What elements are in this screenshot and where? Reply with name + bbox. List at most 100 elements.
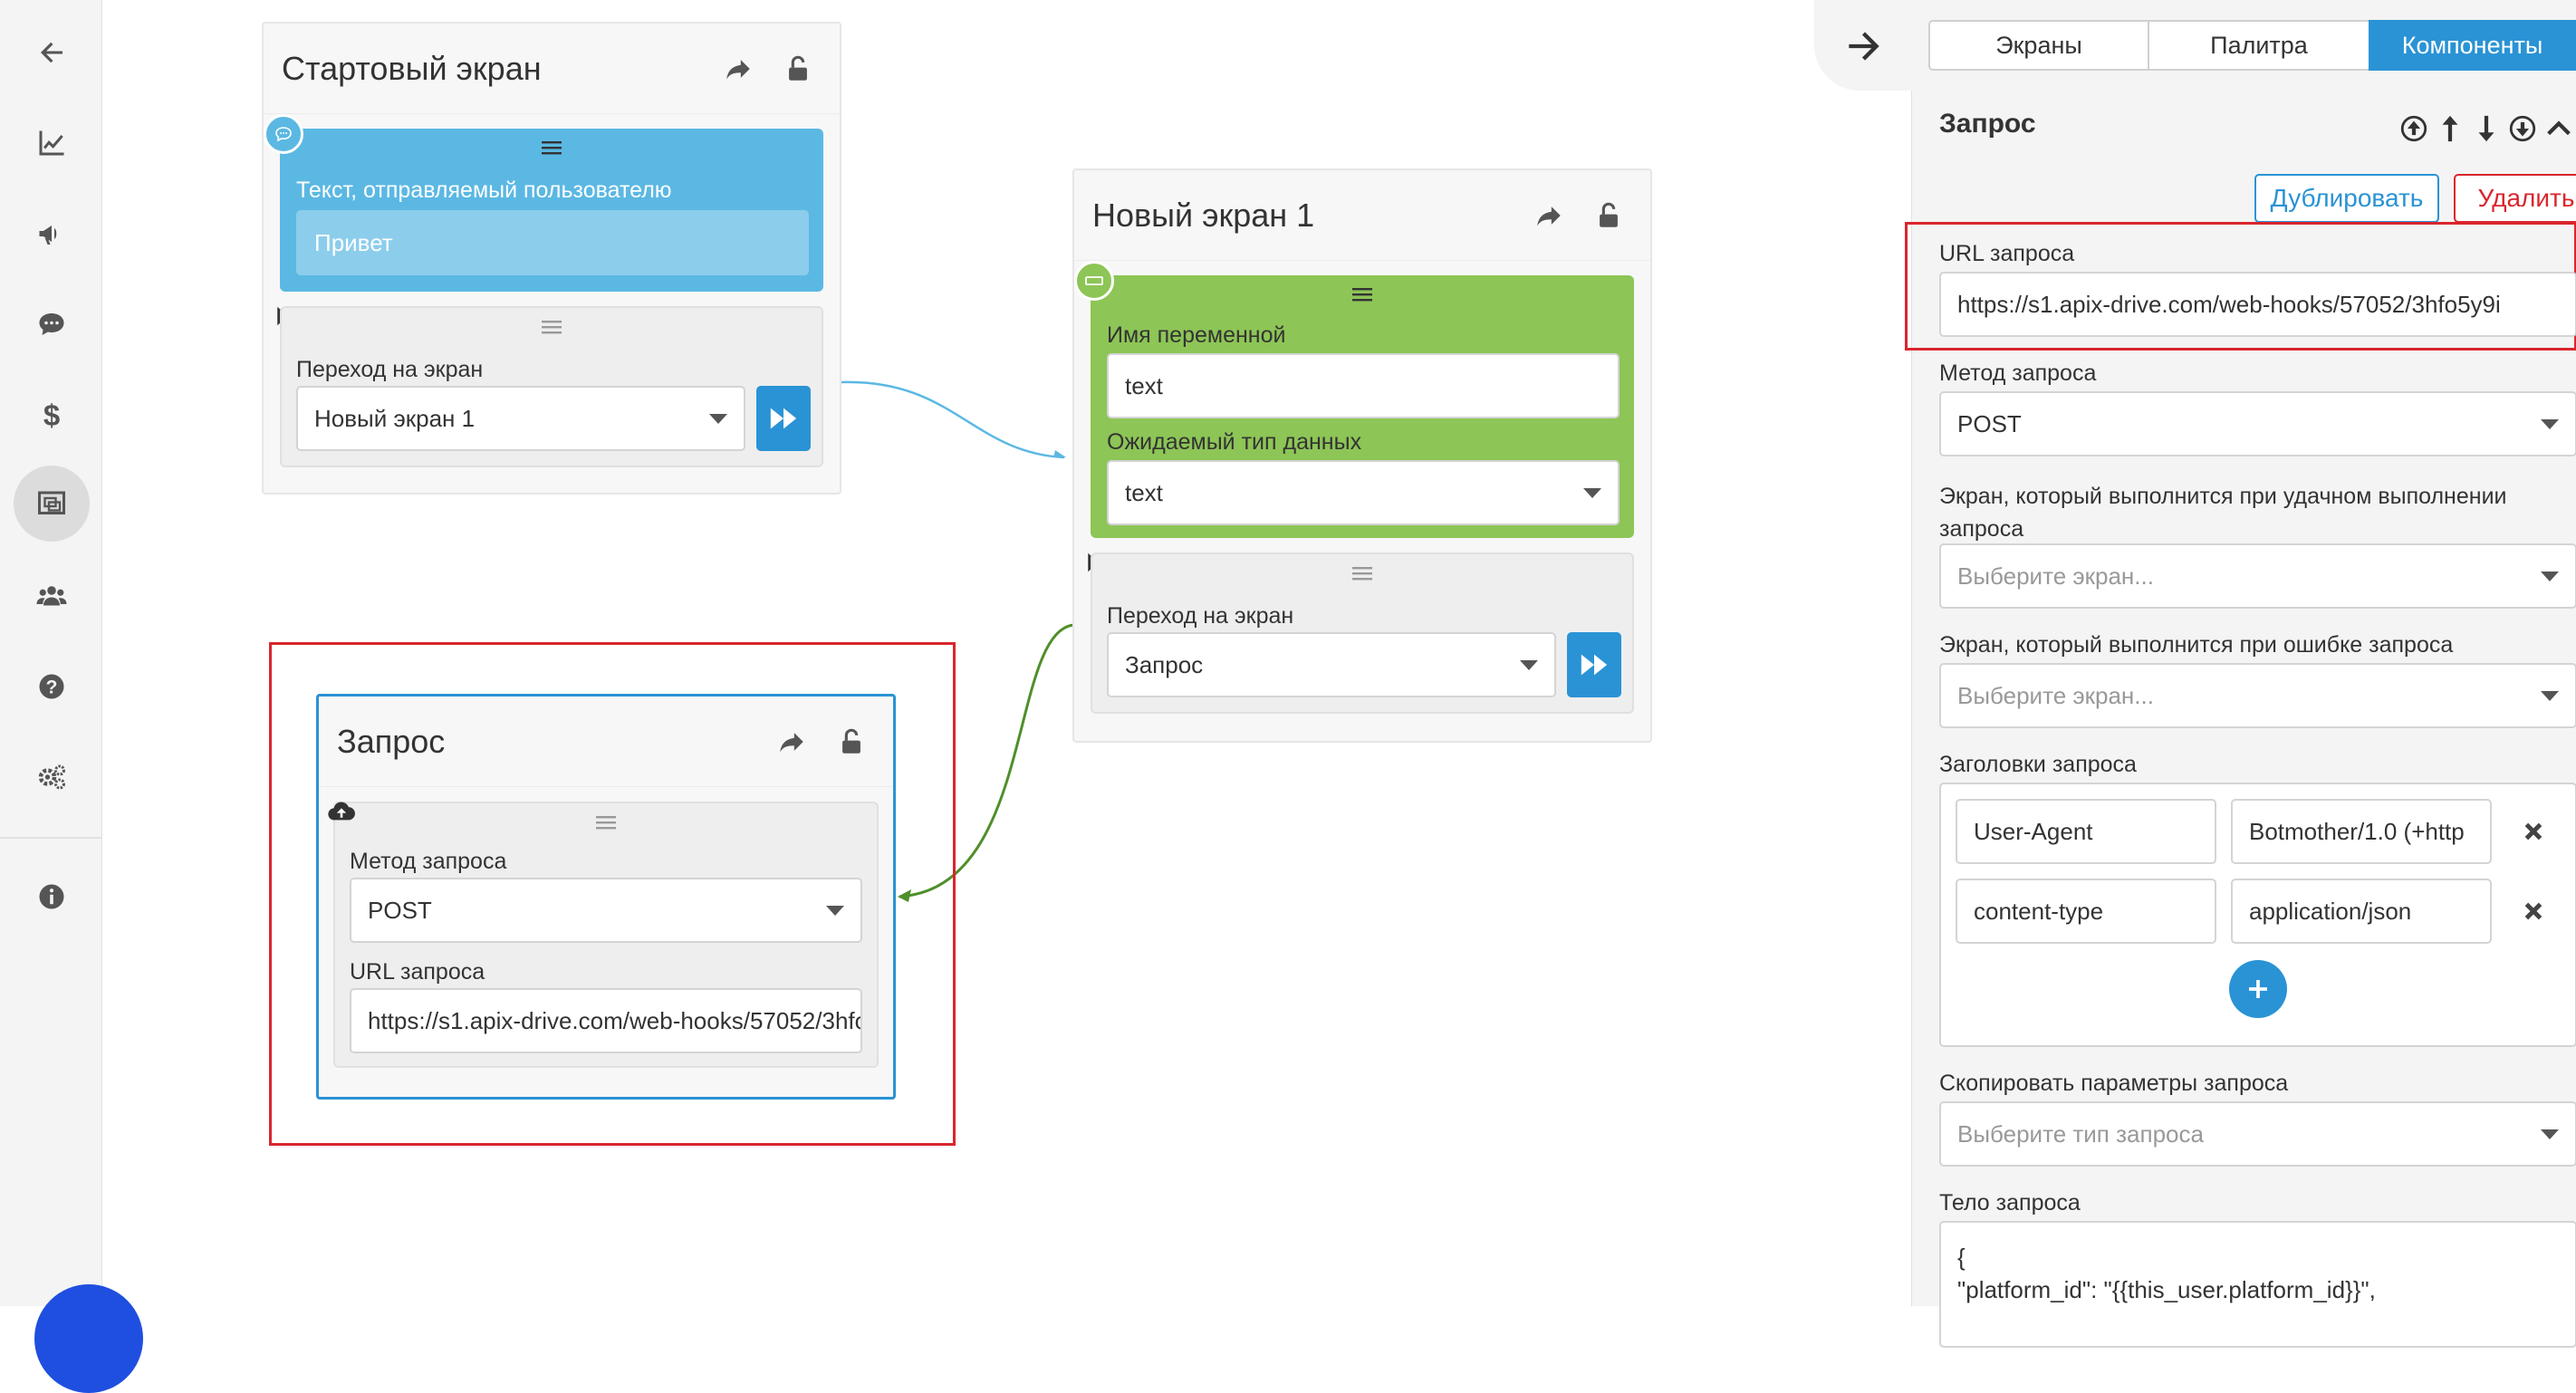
copy-params-label: Скопировать параметры запроса <box>1939 1071 2289 1096</box>
copy-params-placeholder: Выберите тип запроса <box>1957 1119 2204 1148</box>
transition-label: Переход на экран <box>1107 603 1294 629</box>
transition-select-value: Запрос <box>1125 650 1204 678</box>
remove-header-icon[interactable] <box>2521 898 2546 924</box>
error-screen-placeholder: Выберите экран... <box>1957 681 2154 709</box>
share-icon[interactable] <box>1525 192 1572 239</box>
component-editor: Запрос Дублировать Удалить URL запроса h… <box>1905 91 2576 1348</box>
info-icon[interactable] <box>14 859 90 935</box>
chevron-down-icon <box>709 414 727 424</box>
header-key-input[interactable]: content-type <box>1956 879 2216 944</box>
error-screen-select[interactable]: Выберите экран... <box>1939 663 2576 728</box>
transition-label: Переход на экран <box>296 357 484 382</box>
header-value-input[interactable]: Botmother/1.0 (+http <box>2231 799 2492 864</box>
go-to-screen-button[interactable] <box>1567 632 1621 697</box>
variable-name-input[interactable]: text <box>1107 353 1620 418</box>
start-screen-card[interactable]: Стартовый экран Текст, отправляемый поль… <box>262 22 841 495</box>
text-block-label: Текст, отправляемый пользователю <box>296 178 672 203</box>
drag-handle-icon[interactable] <box>542 139 562 160</box>
copy-params-select[interactable]: Выберите тип запроса <box>1939 1101 2576 1167</box>
screens-icon[interactable] <box>14 466 90 542</box>
flow-canvas: Стартовый экран Текст, отправляемый поль… <box>102 0 1814 1306</box>
body-label: Тело запроса <box>1939 1190 2081 1215</box>
sidebar: $ ? <box>0 0 143 1393</box>
method-select-value: POST <box>368 896 432 924</box>
success-screen-placeholder: Выберите экран... <box>1957 562 2154 590</box>
input-field-icon <box>1074 261 1114 301</box>
share-icon[interactable] <box>715 45 762 92</box>
gears-icon[interactable] <box>14 739 90 815</box>
headers-table: User-Agent Botmother/1.0 (+http content-… <box>1939 783 2576 1047</box>
drag-handle-icon[interactable] <box>542 319 562 340</box>
request-screen-card[interactable]: Запрос Метод запроса POST URL запроса ht… <box>316 694 896 1100</box>
success-screen-select[interactable]: Выберите экран... <box>1939 543 2576 609</box>
chevron-down-icon <box>2541 572 2559 581</box>
header-key-input[interactable]: User-Agent <box>1956 799 2216 864</box>
unlock-icon[interactable] <box>828 718 875 765</box>
data-type-select[interactable]: text <box>1107 460 1620 525</box>
tab-components[interactable]: Компоненты <box>2369 20 2576 71</box>
start-screen-title: Стартовый экран <box>282 49 542 87</box>
tab-palette[interactable]: Палитра <box>2148 20 2370 71</box>
tab-screens[interactable]: Экраны <box>1928 20 2149 71</box>
add-header-button[interactable] <box>2229 960 2287 1018</box>
method-select[interactable]: POST <box>1939 391 2576 456</box>
request-block[interactable]: Метод запроса POST URL запроса https://s… <box>333 802 879 1068</box>
chart-line-icon[interactable] <box>14 105 90 181</box>
drag-handle-icon[interactable] <box>596 814 616 835</box>
dollar-icon[interactable]: $ <box>14 377 90 453</box>
drag-handle-icon[interactable] <box>1352 565 1372 586</box>
transition-block[interactable]: Переход на экран Запрос <box>1091 552 1634 714</box>
url-label: URL запроса <box>350 959 485 985</box>
url-input[interactable]: https://s1.apix-drive.com/web-hooks/5705… <box>1939 272 2576 337</box>
user-input-block[interactable]: Имя переменной text Ожидаемый тип данных… <box>1091 275 1634 538</box>
collapse-chevron-up-icon[interactable] <box>2541 110 2576 147</box>
header-value-input[interactable]: application/json <box>2231 879 2492 944</box>
request-screen-header: Запрос <box>319 696 893 787</box>
move-down-icon[interactable] <box>2468 110 2504 147</box>
transition-select-value: Новый экран 1 <box>314 404 476 432</box>
chevron-down-icon <box>1520 660 1538 670</box>
method-select[interactable]: POST <box>350 878 862 943</box>
text-message-block[interactable]: Текст, отправляемый пользователю Привет <box>280 129 823 292</box>
move-bottom-icon[interactable] <box>2504 110 2541 147</box>
method-label: Метод запроса <box>1939 360 2097 386</box>
transition-select[interactable]: Новый экран 1 <box>296 386 745 451</box>
share-icon[interactable] <box>768 718 815 765</box>
help-icon[interactable]: ? <box>14 648 90 725</box>
chat-icon[interactable] <box>14 286 90 362</box>
error-screen-label: Экран, который выполнится при ошибке зап… <box>1939 632 2454 658</box>
new-screen-1-card[interactable]: Новый экран 1 Имя переменной text Ожидае… <box>1072 168 1652 743</box>
remove-header-icon[interactable] <box>2521 819 2546 844</box>
headers-label: Заголовки запроса <box>1939 752 2137 777</box>
chevron-down-icon <box>1583 488 1601 498</box>
cloud-upload-icon <box>326 796 357 825</box>
new-screen-1-header: Новый экран 1 <box>1074 170 1650 261</box>
move-top-icon[interactable] <box>2396 110 2432 147</box>
success-screen-label: Экран, который выполнится при удачном вы… <box>1939 484 2507 542</box>
url-label: URL запроса <box>1939 241 2075 266</box>
move-up-icon[interactable] <box>2432 110 2468 147</box>
duplicate-button[interactable]: Дублировать <box>2254 174 2439 223</box>
data-type-label: Ожидаемый тип данных <box>1107 429 1362 455</box>
method-label: Метод запроса <box>350 849 507 874</box>
component-title: Запрос <box>1939 109 2036 139</box>
go-to-screen-button[interactable] <box>756 386 811 451</box>
unlock-icon[interactable] <box>774 45 822 92</box>
users-icon[interactable] <box>14 558 90 634</box>
url-input[interactable]: https://s1.apix-drive.com/web-hooks/5705… <box>350 988 862 1053</box>
start-screen-header: Стартовый экран <box>264 24 840 114</box>
data-type-value: text <box>1125 478 1163 506</box>
text-block-value[interactable]: Привет <box>296 210 809 275</box>
unlock-icon[interactable] <box>1585 192 1632 239</box>
collapse-panel-icon[interactable] <box>1841 24 1887 69</box>
transition-select[interactable]: Запрос <box>1107 632 1556 697</box>
method-select-value: POST <box>1957 409 2022 437</box>
back-icon[interactable] <box>14 14 90 91</box>
transition-block[interactable]: Переход на экран Новый экран 1 <box>280 306 823 467</box>
chevron-down-icon <box>2541 1129 2559 1139</box>
body-textarea[interactable]: { "platform_id": "{{this_user.platform_i… <box>1939 1221 2576 1348</box>
megaphone-icon[interactable] <box>14 196 90 272</box>
delete-button[interactable]: Удалить <box>2454 174 2576 223</box>
sidebar-divider <box>0 837 102 839</box>
drag-handle-icon[interactable] <box>1352 286 1372 307</box>
